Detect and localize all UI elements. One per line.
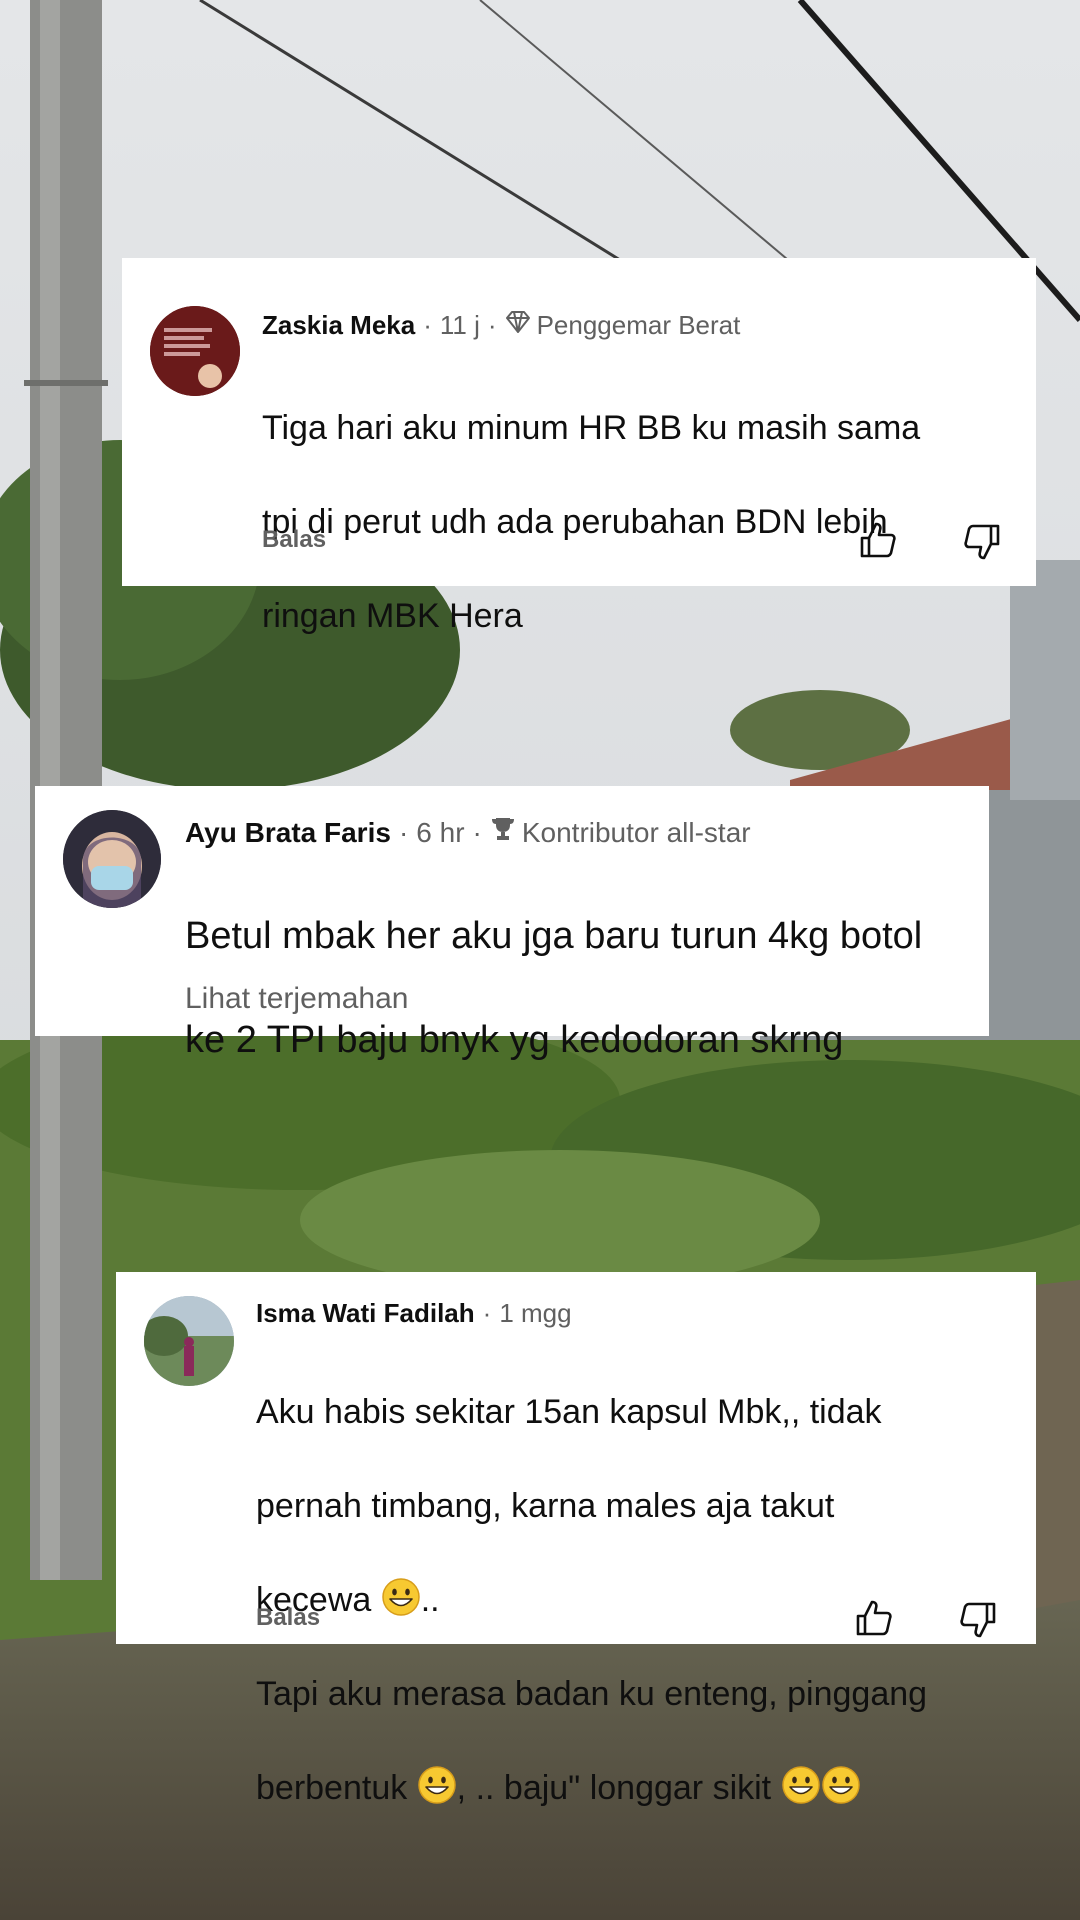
comment-author[interactable]: Ayu Brata Faris (185, 817, 391, 849)
comment-line: pernah timbang, karna males aja takut (256, 1487, 835, 1525)
thumbs-down-icon[interactable] (962, 522, 1002, 562)
comment-author[interactable]: Zaskia Meka (262, 310, 415, 341)
comment-card: Ayu Brata Faris · 6 hr · Kontributor all… (35, 786, 989, 1061)
comment-line: Tapi aku merasa badan ku enteng, pinggan… (256, 1675, 928, 1713)
comment-text-segment: berbentuk (256, 1769, 417, 1807)
comment-card: Zaskia Meka · 11 j · Penggemar Berat Tig… (122, 258, 1036, 635)
comment-meta: Zaskia Meka · 11 j · Penggemar Berat (262, 310, 740, 341)
trophy-icon (490, 816, 516, 849)
comment-author[interactable]: Isma Wati Fadilah (256, 1298, 475, 1329)
separator-dot: · (423, 310, 432, 340)
comment-line: ringan MBK Hera (262, 597, 523, 635)
avatar[interactable] (144, 1296, 234, 1386)
comment-text-segment: , .. baju" longgar sikit (456, 1769, 781, 1807)
thumbs-down-icon[interactable] (958, 1600, 998, 1640)
comment-badge: Penggemar Berat (536, 310, 741, 340)
reply-button[interactable]: Balas (256, 1604, 320, 1632)
comment-line: ke 2 TPI baju bnyk yg kedodoran skrng (185, 1019, 844, 1061)
comment-line: Aku habis sekitar 15an kapsul Mbk,, tida… (256, 1393, 882, 1431)
separator-dot: · (482, 1298, 492, 1328)
reply-button[interactable]: Balas (262, 526, 326, 554)
separator-dot: · (487, 310, 497, 340)
comment-card: Isma Wati Fadilah · 1 mgg Aku habis seki… (116, 1272, 1036, 1807)
comment-time: 11 j (439, 310, 480, 340)
grinning-face-emoji (381, 1577, 421, 1617)
comment-meta: Isma Wati Fadilah · 1 mgg (256, 1298, 572, 1329)
grinning-face-emoji (417, 1765, 457, 1805)
grinning-face-emoji (821, 1765, 861, 1805)
separator-dot: · (472, 816, 482, 848)
thumbs-up-icon[interactable] (858, 520, 898, 560)
comment-badge: Kontributor all-star (521, 816, 751, 848)
comment-line: tpi di perut udh ada perubahan BDN lebih (262, 503, 888, 541)
comment-text: Tiga hari aku minum HR BB ku masih sama … (262, 358, 920, 687)
see-translation-link[interactable]: Lihat terjemahan (185, 982, 408, 1016)
avatar[interactable] (63, 810, 161, 908)
comment-line: Tiga hari aku minum HR BB ku masih sama (262, 409, 921, 447)
thumbs-up-icon[interactable] (854, 1598, 894, 1638)
grinning-face-emoji (781, 1765, 821, 1805)
comment-text: Aku habis sekitar 15an kapsul Mbk,, tida… (256, 1342, 927, 1859)
comment-line: kecewa .. (256, 1577, 927, 1624)
avatar[interactable] (150, 306, 240, 396)
comment-time: 1 mgg (499, 1298, 572, 1328)
separator-dot: · (398, 816, 409, 848)
comment-text-segment: .. (420, 1581, 440, 1619)
comment-time: 6 hr (416, 816, 465, 848)
comment-meta: Ayu Brata Faris · 6 hr · Kontributor all… (185, 816, 751, 849)
comment-line: Betul mbak her aku jga baru turun 4kg bo… (185, 915, 923, 957)
diamond-icon (505, 310, 531, 341)
comment-line: berbentuk , .. baju" longgar sikit (256, 1765, 927, 1812)
